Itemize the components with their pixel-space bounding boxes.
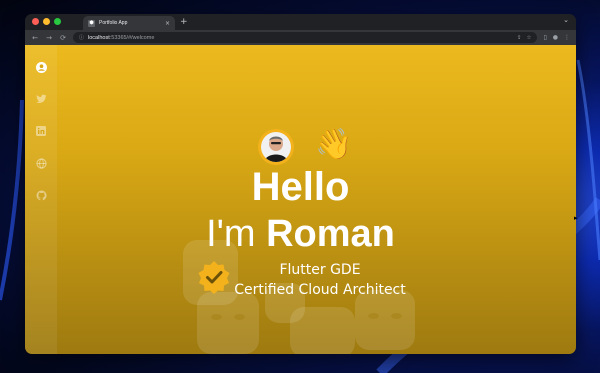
side-panel-icon[interactable]: ▯ (543, 34, 546, 41)
credential-cloud-architect: Certified Cloud Architect (234, 282, 406, 298)
toolbar-actions: ▯ ● ⋮ (543, 34, 570, 41)
new-tab-button[interactable]: + (180, 16, 188, 28)
tab-search-button[interactable]: ⌄ (563, 16, 569, 24)
tab-bar: ⬢ Portfolio App × + ⌄ (25, 14, 576, 30)
app-viewport: 👋 Hello I'm Roman Flutter GDE Certified … (25, 45, 576, 354)
forward-button[interactable]: → (45, 34, 53, 42)
url-path: :53365/#/welcome (109, 34, 155, 41)
avatar-photo (261, 132, 291, 162)
profile-avatar (258, 129, 294, 165)
close-window-button[interactable] (32, 18, 39, 25)
reload-button[interactable]: ⟳ (59, 34, 67, 42)
linkedin-icon[interactable] (35, 125, 47, 137)
tab-portfolio-app[interactable]: ⬢ Portfolio App × (83, 16, 175, 30)
greeting-heading: Hello (251, 165, 350, 209)
tab-close-button[interactable]: × (165, 20, 170, 27)
waving-hand-icon: 👋 (315, 127, 353, 162)
intro-name: Roman (266, 213, 395, 255)
bookmark-star-icon[interactable]: ☆ (527, 35, 532, 41)
person-icon[interactable] (35, 61, 47, 73)
browser-window: ⬢ Portfolio App × + ⌄ ← → ⟳ ⓘ localhost:… (25, 14, 576, 354)
more-menu-icon[interactable]: ⋮ (564, 34, 570, 41)
intro-heading: I'm Roman (25, 213, 576, 256)
tab-title: Portfolio App (99, 20, 128, 26)
verified-badge-icon (197, 260, 231, 294)
back-button[interactable]: ← (31, 34, 39, 42)
omnibox-actions: ⇪ ☆ (517, 35, 532, 41)
minimize-window-button[interactable] (43, 18, 50, 25)
share-icon[interactable]: ⇪ (517, 35, 522, 41)
flutter-favicon-icon: ⬢ (88, 19, 95, 27)
background-face-shape (197, 292, 259, 354)
url-text: localhost:53365/#/welcome (88, 35, 154, 41)
maximize-window-button[interactable] (54, 18, 61, 25)
intro-prefix: I'm (206, 213, 267, 255)
info-icon[interactable]: ⓘ (79, 34, 84, 41)
url-host: localhost (88, 34, 110, 41)
address-bar[interactable]: ⓘ localhost:53365/#/welcome ⇪ ☆ (73, 32, 538, 43)
background-face-shape (290, 307, 355, 354)
credentials: Flutter GDE Certified Cloud Architect (230, 260, 410, 300)
mouse-cursor-icon: ▸ (574, 214, 578, 222)
credential-flutter-gde: Flutter GDE (279, 262, 361, 278)
window-controls (32, 18, 61, 25)
browser-toolbar: ← → ⟳ ⓘ localhost:53365/#/welcome ⇪ ☆ ▯ … (25, 30, 576, 45)
profile-icon[interactable]: ● (553, 34, 558, 41)
twitter-icon[interactable] (35, 93, 47, 105)
